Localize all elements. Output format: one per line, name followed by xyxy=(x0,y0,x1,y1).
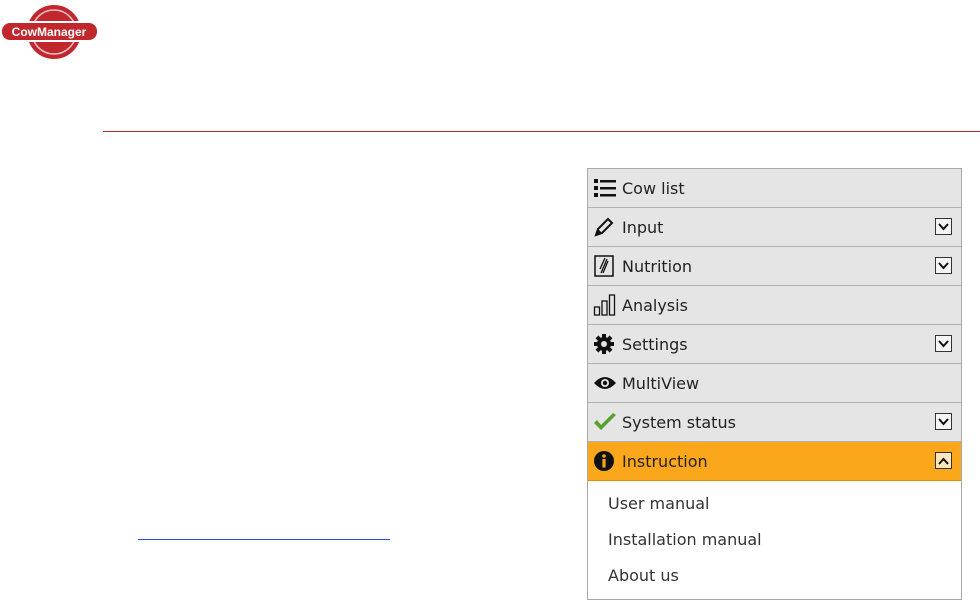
menu-item-label: Settings xyxy=(622,334,688,354)
menu-item-analysis[interactable]: Analysis xyxy=(588,286,961,325)
submenu-item-user-manual[interactable]: User manual xyxy=(588,485,961,521)
menu-item-label: Instruction xyxy=(622,451,708,471)
chevron-down-icon[interactable] xyxy=(935,335,952,352)
menu-item-label: Analysis xyxy=(622,295,688,315)
menu-item-input[interactable]: Input xyxy=(588,208,961,247)
pencil-icon xyxy=(593,215,618,239)
menu-item-system-status[interactable]: System status xyxy=(588,403,961,442)
menu-item-cow-list[interactable]: Cow list xyxy=(588,169,961,208)
chevron-down-icon[interactable] xyxy=(935,218,952,235)
menu-item-settings[interactable]: Settings xyxy=(588,325,961,364)
menu-item-label: System status xyxy=(622,412,736,432)
menu-item-label: MultiView xyxy=(622,373,700,393)
menu-item-instruction[interactable]: Instruction xyxy=(588,442,961,481)
menu-item-label: Input xyxy=(622,217,664,237)
chevron-down-icon[interactable] xyxy=(935,413,952,430)
submenu-item-installation-manual[interactable]: Installation manual xyxy=(588,521,961,557)
menu-item-nutrition[interactable]: Nutrition xyxy=(588,247,961,286)
list-icon xyxy=(593,176,618,200)
chevron-down-icon[interactable] xyxy=(935,257,952,274)
menu-item-label: Cow list xyxy=(622,178,685,198)
cowmanager-logo[interactable]: CowManager xyxy=(0,0,101,64)
chevron-up-icon[interactable] xyxy=(935,452,952,469)
eye-icon xyxy=(593,371,618,395)
gear-icon xyxy=(593,332,618,356)
nutrition-icon xyxy=(593,254,618,278)
menu-item-label: Nutrition xyxy=(622,256,693,276)
instruction-submenu: User manual Installation manual About us xyxy=(588,481,961,593)
checkmark-icon xyxy=(593,410,618,434)
bar-chart-icon xyxy=(593,293,618,317)
submenu-item-about-us[interactable]: About us xyxy=(588,557,961,593)
logo-text: CowManager xyxy=(12,25,87,39)
info-icon xyxy=(593,449,618,473)
header-divider xyxy=(103,131,980,132)
navigation-menu: Cow list Input Nutrition Analysis Settin… xyxy=(587,168,962,600)
menu-item-multiview[interactable]: MultiView xyxy=(588,364,961,403)
page-link[interactable] xyxy=(138,522,390,540)
